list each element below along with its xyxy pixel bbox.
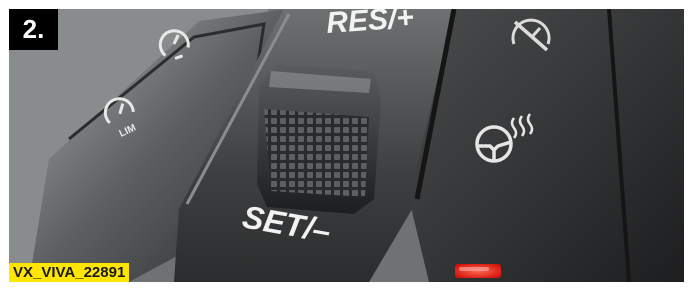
rocker-grip: [264, 109, 369, 197]
image-code-label: VX_VIVA_22891: [9, 263, 130, 282]
image-frame: LIM RES/+ SET/– 2. VX_VIVA_22891: [0, 0, 693, 291]
indicator-led-glint: [459, 267, 489, 271]
step-number-badge: 2.: [9, 9, 58, 50]
photo-drawing: LIM RES/+ SET/–: [9, 9, 684, 282]
steering-wheel-switch-photo: LIM RES/+ SET/–: [9, 9, 684, 282]
